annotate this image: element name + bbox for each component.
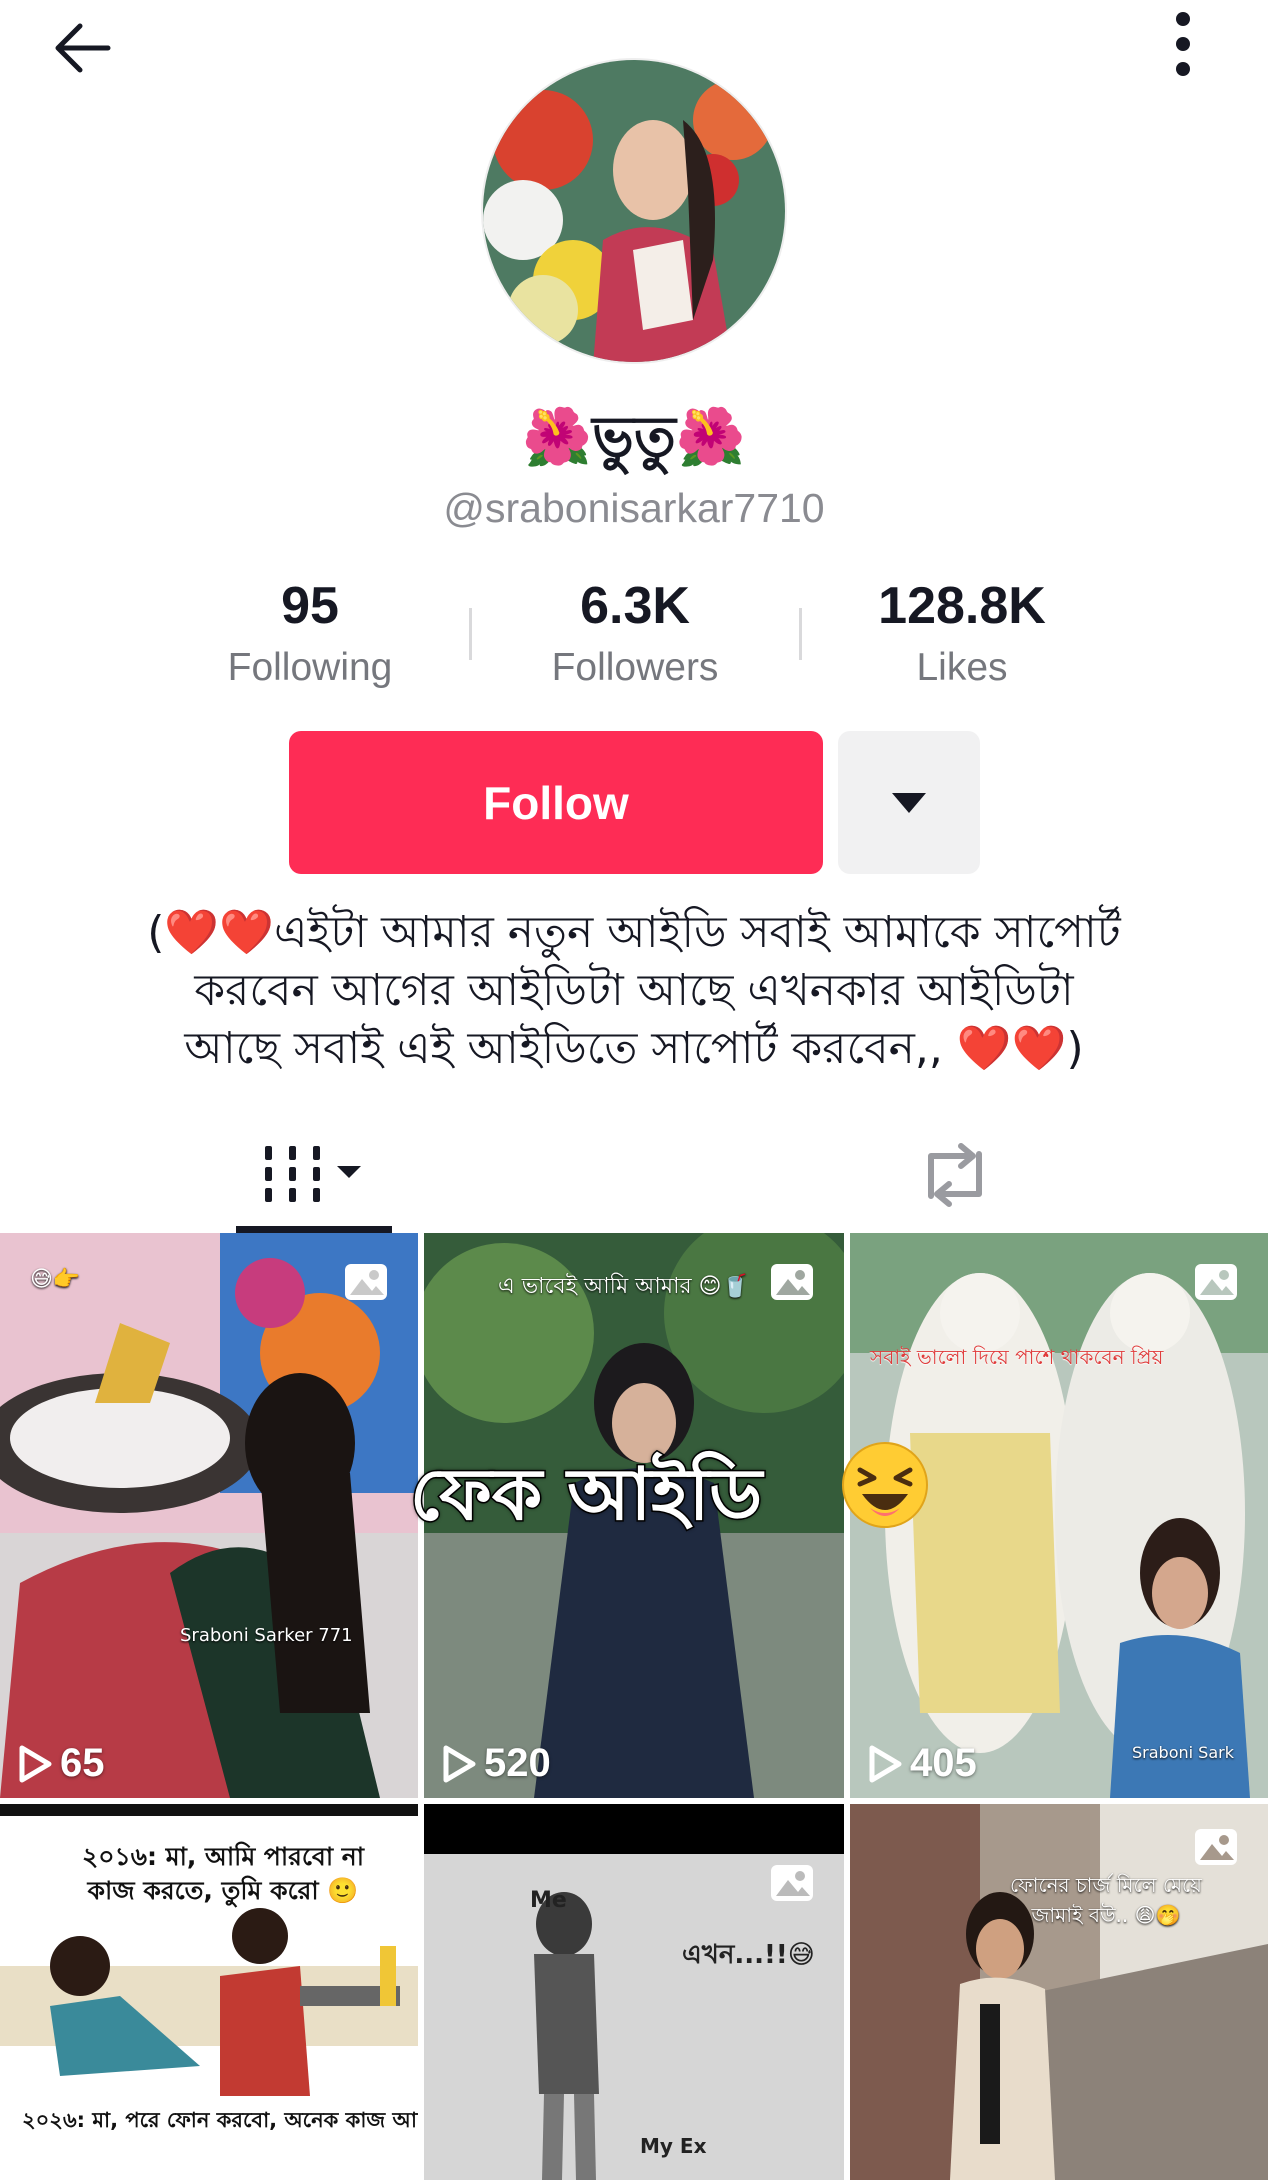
bio-line-3: আছে সবাই এই আইডিতে সাপোর্ট করবেন,, ❤️❤️) [184,1023,1084,1074]
bio: (❤️❤️এইটা আমার নতুন আইডি সবাই আমাকে সাপো… [110,904,1158,1078]
stat-likes[interactable]: 128.8K Likes [812,572,1112,696]
play-count: 405 [868,1741,977,1786]
play-count: 520 [442,1741,551,1786]
photo-icon [1194,1263,1238,1305]
profile-stats: 95 Following 6.3K Followers 128.8K Likes [0,572,1268,702]
following-label: Following [227,646,393,689]
heart-emoji: ❤️ [219,907,274,958]
laughing-face-icon [840,1440,930,1530]
video-tile[interactable]: Me এখন...!!😅 My Ex [424,1804,844,2180]
video-thumbnail [0,1233,418,1798]
suggested-accounts-button[interactable] [838,731,980,874]
video-watermark: Sraboni Sark [1132,1743,1234,1762]
play-count: 65 [18,1741,105,1786]
video-label: Me [530,1888,567,1913]
stat-divider [799,608,802,660]
bio-line-2: করবেন আগের আইডিটা আছে এখনকার আইডিটা [194,965,1074,1016]
video-caption: ২০১৬: মা, আমি পারবো না কাজ করতে, তুমি কর… [82,1842,364,1905]
heart-emoji: ❤️ [956,1023,1012,1074]
active-tab-indicator [236,1226,392,1233]
followers-label: Followers [551,646,719,689]
likes-count: 128.8K [878,577,1046,635]
follow-button[interactable]: Follow [289,731,823,874]
display-name: 🌺ভুতু🌺 [522,405,746,470]
arrow-left-icon [55,23,111,73]
overlay-caption: ফেক আইডি [408,1451,763,1538]
caret-down-icon [892,792,926,813]
video-caption: এ ভাবেই আমি আমার 😊🥤 [498,1274,749,1299]
stat-divider [469,608,472,660]
play-icon [443,1745,476,1782]
more-vertical-icon [1176,12,1190,76]
stat-following[interactable]: 95 Following [160,572,460,696]
tab-videos[interactable] [236,1115,392,1235]
video-caption: 😅👉 [30,1267,81,1292]
grid-bars-icon [265,1146,361,1202]
video-caption: এখন...!!😅 [682,1940,815,1970]
video-label: My Ex [640,2134,707,2158]
video-caption: ফোনের চার্জ মিলে মেয়ে জামাই বউ.. 😩🤭 [1010,1873,1202,1927]
photo-icon [344,1263,388,1305]
back-button[interactable] [42,8,122,88]
tab-reposts[interactable] [880,1115,1030,1235]
play-icon [19,1745,52,1782]
play-icon [869,1745,902,1782]
followers-count: 6.3K [580,577,690,635]
username: @srabonisarkar7710 [443,485,825,531]
heart-emoji: ❤️ [1011,1023,1067,1074]
repost-icon [928,1143,982,1207]
content-tabs [0,1115,1268,1235]
video-tile[interactable]: 😅👉 Sraboni Sarker 771 65 [0,1233,418,1798]
more-options-button[interactable] [1150,4,1216,84]
video-caption: সবাই ভালো দিয়ে পাশে থাকবেন প্রিয় [870,1345,1164,1369]
stat-followers[interactable]: 6.3K Followers [485,572,785,696]
likes-label: Likes [916,646,1008,689]
bio-line-1: (❤️❤️এইটা আমার নতুন আইডি সবাই আমাকে সাপো… [147,907,1121,958]
video-tile[interactable]: ২০১৬: মা, আমি পারবো না কাজ করতে, তুমি কর… [0,1804,418,2180]
video-tile[interactable]: ফোনের চার্জ মিলে মেয়ে জামাই বউ.. 😩🤭 [850,1804,1268,2180]
photo-icon [770,1263,814,1305]
video-caption: ২০২৬: মা, পরে ফোন করবো, অনেক কাজ আছে😓 [22,2108,418,2132]
following-count: 95 [281,577,339,635]
heart-emoji: ❤️ [164,907,220,958]
video-watermark: Sraboni Sarker 771 [180,1625,353,1646]
photo-icon [770,1864,814,1906]
avatar[interactable] [481,58,787,364]
photo-icon [1194,1828,1238,1870]
